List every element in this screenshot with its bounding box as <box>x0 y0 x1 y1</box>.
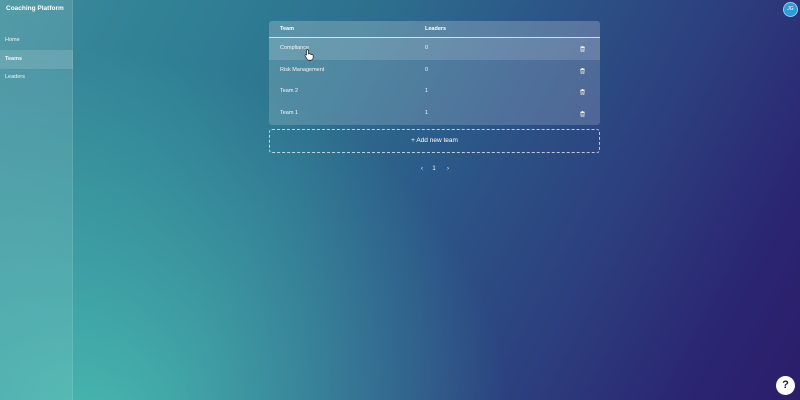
help-button[interactable]: ? <box>776 376 795 395</box>
sidebar-item-label: Home <box>5 37 20 43</box>
table-row[interactable]: Team 2 1 <box>269 81 600 103</box>
sidebar-item-teams[interactable]: Teams <box>0 50 73 69</box>
pagination-page-1[interactable]: 1 <box>430 163 438 175</box>
trash-icon[interactable] <box>580 67 585 74</box>
team-name: Team 1 <box>280 109 299 116</box>
sidebar: Coaching Platform Home Teams Leaders <box>0 0 73 400</box>
table-row[interactable]: Team 1 1 <box>269 103 600 125</box>
sidebar-item-leaders[interactable]: Leaders <box>0 68 73 87</box>
table-header: Team Leaders <box>269 21 600 38</box>
pagination-next-button[interactable]: › <box>444 163 452 175</box>
user-avatar[interactable]: JG <box>783 2 798 17</box>
app-title: Coaching Platform <box>6 5 64 12</box>
trash-icon[interactable] <box>580 89 585 95</box>
table-row[interactable]: Compliance 0 <box>269 38 600 60</box>
trash-icon[interactable] <box>580 46 585 52</box>
column-header-leaders: Leaders <box>425 26 447 32</box>
leaders-count: 1 <box>425 109 429 116</box>
team-name: Team 2 <box>280 88 299 94</box>
leaders-count: 1 <box>425 88 429 94</box>
leaders-count: 0 <box>425 66 429 73</box>
team-name: Risk Management <box>280 66 325 73</box>
teams-table: Team Leaders Compliance 0 Risk Managemen… <box>269 21 600 125</box>
sidebar-item-label: Teams <box>5 56 23 62</box>
leaders-count: 0 <box>425 45 429 51</box>
add-new-team-button[interactable]: + Add new team <box>269 129 600 153</box>
hand-pointer-icon <box>304 49 314 61</box>
pagination-prev-button[interactable]: ‹ <box>418 163 426 175</box>
trash-icon[interactable] <box>580 110 585 117</box>
column-header-team: Team <box>280 26 294 32</box>
sidebar-item-home[interactable]: Home <box>0 31 73 50</box>
sidebar-item-label: Leaders <box>5 74 25 80</box>
table-row[interactable]: Risk Management 0 <box>269 60 600 82</box>
